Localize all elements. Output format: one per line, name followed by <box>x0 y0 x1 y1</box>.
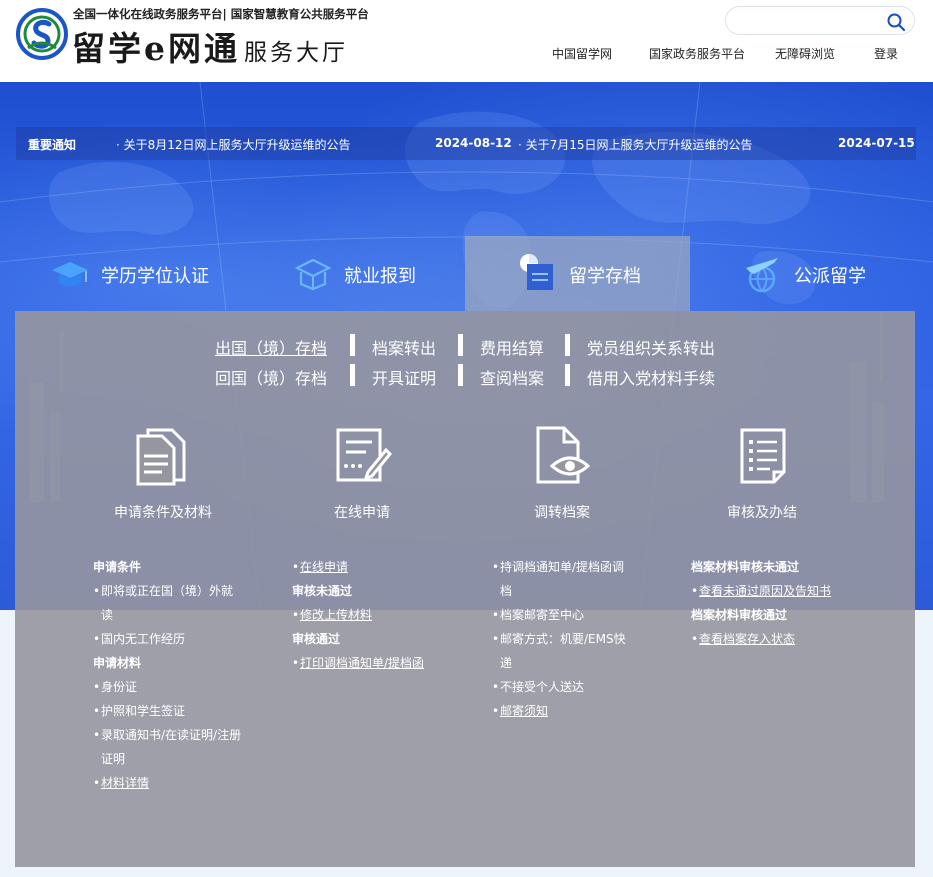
checklist-icon <box>740 428 786 484</box>
search-box <box>725 6 915 35</box>
search-input[interactable] <box>738 12 878 30</box>
section-heading: 审核未通过 <box>292 584 353 598</box>
separator <box>565 334 570 356</box>
list-item: 材料详情 <box>93 771 243 795</box>
separator <box>458 364 463 386</box>
tab-employment-registration[interactable]: 就业报到 <box>285 236 465 311</box>
list-item: 护照和学生签证 <box>93 699 243 723</box>
link-mailing-notes[interactable]: 邮寄须知 <box>500 704 548 718</box>
link-view-rejection-reason[interactable]: 查看未通过原因及告知书 <box>699 584 831 598</box>
section-heading: 档案材料审核通过 <box>691 608 788 622</box>
list-item: 查看未通过原因及告知书 <box>691 579 871 603</box>
info-column-review: 档案材料审核未通过 查看未通过原因及告知书 档案材料审核通过 查看档案存入状态 <box>691 555 871 651</box>
file-view-icon <box>536 426 591 484</box>
sublink-party-relation-transfer[interactable]: 党员组织关系转出 <box>587 335 715 359</box>
list-item: 邮寄方式：机要/EMS快递 <box>492 627 632 675</box>
section-heading: 审核通过 <box>292 632 341 646</box>
sublink-return-archive[interactable]: 回国（境）存档 <box>215 365 327 389</box>
list-item: 在线申请 <box>292 555 462 579</box>
notice-date: 2024-08-12 <box>435 136 512 150</box>
sublink-fee-settlement[interactable]: 费用结算 <box>480 335 544 359</box>
step-title: 申请条件及材料 <box>114 505 212 521</box>
list-item: 修改上传材料 <box>292 603 462 627</box>
nav-accessibility[interactable]: 无障碍浏览 <box>775 45 835 62</box>
notice-label: 重要通知 <box>28 138 77 152</box>
link-modify-upload[interactable]: 修改上传材料 <box>300 608 372 622</box>
separator <box>350 364 355 386</box>
step-title: 审核及办结 <box>727 505 797 521</box>
notice-item[interactable]: · 关于8月12日网上服务大厅升级运维的公告 <box>116 136 351 153</box>
graduation-cap-icon <box>52 262 88 286</box>
logo-title[interactable]: 留学e网通 服务大厅 <box>72 22 348 70</box>
logo-title-hall: 服务大厅 <box>244 40 348 66</box>
tab-study-abroad-archive[interactable]: 留学存档 <box>465 236 690 311</box>
notice-date: 2024-07-15 <box>838 136 915 150</box>
notice-bar: 重要通知 · 关于8月12日网上服务大厅升级运维的公告 2024-08-12 ·… <box>16 127 916 160</box>
hat-book-icon <box>294 258 332 291</box>
info-column-transfer: 持调档通知单/提档函调档 档案邮寄至中心 邮寄方式：机要/EMS快递 不接受个人… <box>492 555 632 723</box>
archive-folder-icon <box>520 254 553 290</box>
list-item: 录取通知书/在读证明/注册证明 <box>93 723 243 771</box>
site-header: 全国一体化在线政务服务平台| 国家智慧教育公共服务平台 留学e网通 服务大厅 中国… <box>0 0 933 82</box>
link-print-transfer-notice[interactable]: 打印调档通知单/提档函 <box>300 656 424 670</box>
tab-government-sponsored-study[interactable]: 公派留学 <box>740 236 920 311</box>
sublink-overseas-archive[interactable]: 出国（境）存档 <box>215 335 327 359</box>
logo-subtitle: 全国一体化在线政务服务平台| 国家智慧教育公共服务平台 <box>73 7 369 21</box>
list-item: 持调档通知单/提档函调档 <box>492 555 632 603</box>
logo-title-part1: 留学 <box>72 29 144 68</box>
logo-title-part2: 网通 <box>168 29 240 68</box>
list-item: 档案邮寄至中心 <box>492 603 632 627</box>
link-material-details[interactable]: 材料详情 <box>101 776 149 790</box>
sublink-consult-archive[interactable]: 查阅档案 <box>480 365 544 389</box>
step-title: 调转档案 <box>534 505 590 521</box>
list-item: 身份证 <box>93 675 243 699</box>
step-title: 在线申请 <box>334 505 390 521</box>
tab-degree-certification[interactable]: 学历学位认证 <box>40 236 265 311</box>
separator <box>458 334 463 356</box>
separator <box>350 334 355 356</box>
tab-label: 公派留学 <box>794 266 866 287</box>
info-column-conditions: 申请条件 即将或正在国（境）外就读 国内无工作经历 申请材料 身份证 护照和学生… <box>93 555 243 795</box>
nav-login[interactable]: 登录 <box>874 45 898 62</box>
sublink-borrow-party-materials[interactable]: 借用入党材料手续 <box>587 365 715 389</box>
list-item: 即将或正在国（境）外就读 <box>93 579 243 627</box>
search-icon[interactable] <box>886 12 906 32</box>
tab-label: 学历学位认证 <box>101 266 209 287</box>
list-item: 不接受个人送达 <box>492 675 632 699</box>
info-column-online-apply: 在线申请 审核未通过 修改上传材料 审核通过 打印调档通知单/提档函 <box>292 555 462 675</box>
list-item: 打印调档通知单/提档函 <box>292 651 462 675</box>
nav-gov-service-platform[interactable]: 国家政务服务平台 <box>649 45 745 62</box>
logo-title-e: e <box>144 29 168 68</box>
notice-item[interactable]: · 关于7月15日网上服务大厅升级运维的公告 <box>518 136 753 153</box>
sublink-archive-transfer-out[interactable]: 档案转出 <box>372 335 436 359</box>
nav-china-study-abroad[interactable]: 中国留学网 <box>552 45 612 62</box>
list-item: 邮寄须知 <box>492 699 632 723</box>
link-view-archive-status[interactable]: 查看档案存入状态 <box>699 632 795 646</box>
sublink-issue-certificate[interactable]: 开具证明 <box>372 365 436 389</box>
form-edit-icon <box>336 428 393 482</box>
tab-label: 留学存档 <box>569 266 641 287</box>
link-online-apply[interactable]: 在线申请 <box>300 560 348 574</box>
logo-icon[interactable] <box>16 8 68 60</box>
section-heading: 档案材料审核未通过 <box>691 560 800 574</box>
plane-globe-icon <box>746 258 778 293</box>
list-item: 国内无工作经历 <box>93 627 243 651</box>
section-heading: 申请材料 <box>93 656 142 670</box>
tab-label: 就业报到 <box>344 266 416 287</box>
separator <box>565 364 570 386</box>
section-heading: 申请条件 <box>93 560 142 574</box>
list-item: 查看档案存入状态 <box>691 627 871 651</box>
documents-icon <box>136 428 186 486</box>
